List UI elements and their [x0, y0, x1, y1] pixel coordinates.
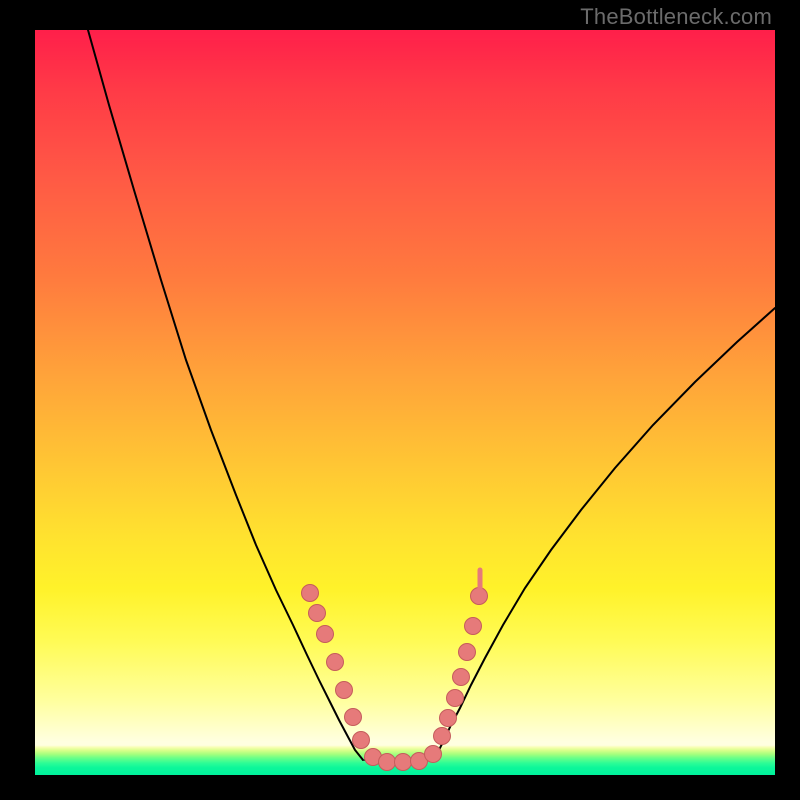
data-dot: [379, 754, 396, 771]
data-dot: [465, 618, 482, 635]
curve-svg: [35, 30, 775, 775]
data-dot: [345, 709, 362, 726]
right-curve: [433, 308, 775, 760]
chart-frame: TheBottleneck.com: [0, 0, 800, 800]
data-dot: [327, 654, 344, 671]
data-dot: [453, 669, 470, 686]
data-dot: [336, 682, 353, 699]
data-dot: [434, 728, 451, 745]
data-dot: [425, 746, 442, 763]
plot-area: [35, 30, 775, 775]
watermark-text: TheBottleneck.com: [580, 4, 772, 30]
data-dot: [302, 585, 319, 602]
data-dot: [309, 605, 326, 622]
dot-cluster: [302, 585, 488, 771]
data-dot: [317, 626, 334, 643]
data-dot: [447, 690, 464, 707]
data-dot: [440, 710, 457, 727]
data-dot: [395, 754, 412, 771]
data-dot: [459, 644, 476, 661]
left-curve: [88, 30, 363, 760]
data-dot: [353, 732, 370, 749]
